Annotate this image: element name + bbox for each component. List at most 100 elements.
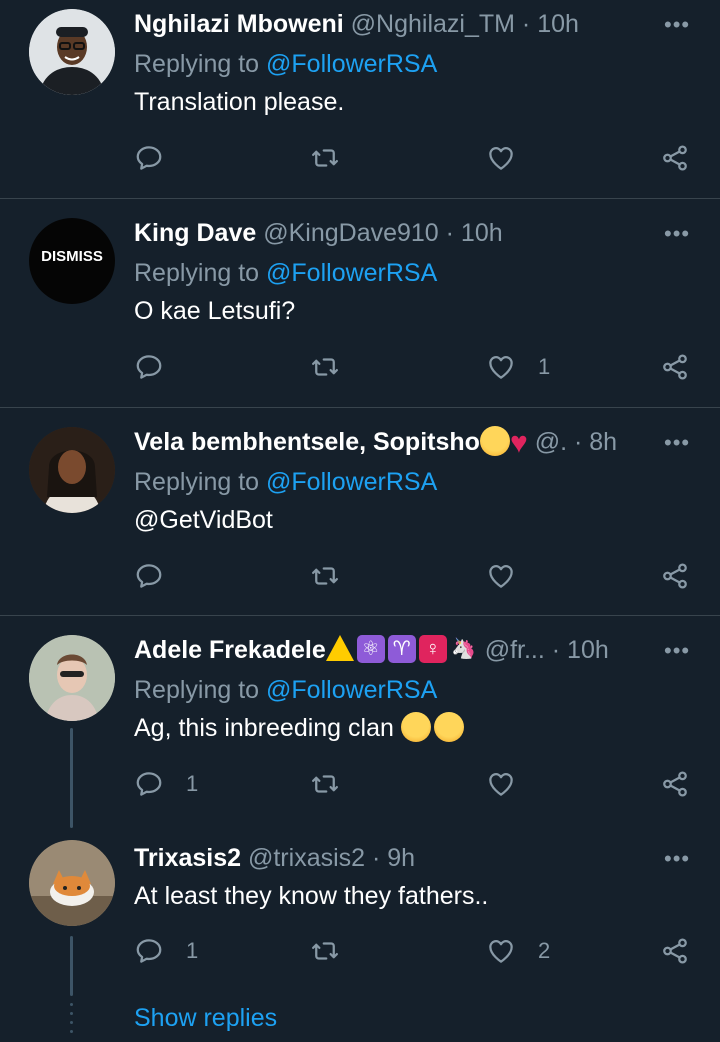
like-icon (486, 936, 516, 966)
tweet-text-mention[interactable]: @GetVidBot (134, 503, 273, 537)
more-icon[interactable]: ••• (664, 14, 690, 36)
mention-link[interactable]: @FollowerRSA (266, 259, 437, 287)
share-button[interactable] (660, 141, 690, 175)
mention-link[interactable]: @FollowerRSA (266, 50, 437, 78)
like-count: 2 (538, 938, 551, 963)
eye-roll-emoji (400, 712, 431, 743)
avatar[interactable] (29, 840, 115, 926)
tweet-text: O kae Letsufi? (134, 297, 296, 325)
more-icon[interactable]: ••• (664, 848, 690, 870)
red-heart-emoji: ♥ (509, 426, 528, 459)
share-icon (660, 936, 690, 966)
handle-time: @trixasis2 · 9h (247, 844, 416, 872)
like-icon (486, 143, 516, 173)
reply-icon (134, 769, 164, 799)
retweet-button[interactable] (310, 767, 340, 801)
smiling-face-emoji (479, 426, 510, 457)
display-name[interactable]: Trixasis2 (134, 844, 241, 872)
tweet-actions (134, 559, 694, 593)
avatar[interactable]: DISMISS (29, 218, 115, 304)
more-icon[interactable]: ••• (664, 432, 690, 454)
share-button[interactable] (660, 934, 690, 968)
retweet-button[interactable] (310, 141, 340, 175)
share-icon (660, 352, 690, 382)
thread-dots (70, 1003, 73, 1039)
avatar[interactable] (29, 427, 115, 513)
reply-icon (134, 561, 164, 591)
tweet[interactable]: DISMISS King Dave @KingDave910 · 10h •••… (0, 199, 720, 407)
retweet-icon (310, 561, 340, 591)
tweet-text: Translation please. (134, 88, 345, 116)
tweet[interactable]: Trixasis2 @trixasis2 · 9h ••• At least t… (0, 828, 720, 998)
mention-link[interactable]: @FollowerRSA (266, 676, 437, 704)
unicorn-emoji: 🦄 (451, 638, 477, 661)
tweet-header: Vela bembhentsele, Sopitsho ♥ @. · 8h (134, 425, 650, 459)
display-name[interactable]: Adele Frekadele (134, 636, 326, 664)
tweet-text: At least they know they fathers.. (134, 882, 489, 910)
like-button[interactable] (486, 767, 538, 801)
eye-roll-emoji (433, 712, 464, 743)
retweet-icon (310, 143, 340, 173)
display-name[interactable]: Vela bembhentsele, Sopitsho (134, 428, 480, 456)
thread-line (70, 728, 73, 828)
retweet-button[interactable] (310, 559, 340, 593)
like-icon (486, 769, 516, 799)
tweet-actions: 1 (134, 350, 694, 384)
reply-icon (134, 936, 164, 966)
share-button[interactable] (660, 559, 690, 593)
reply-button[interactable]: 1 (134, 767, 198, 801)
like-button[interactable]: 1 (486, 350, 550, 384)
tweet[interactable]: Vela bembhentsele, Sopitsho ♥ @. · 8h •••… (0, 408, 720, 615)
handle-time: @Nghilazi_TM · 10h (350, 10, 579, 38)
handle-time: @KingDave910 · 10h (263, 219, 503, 247)
replying-to: Replying to @FollowerRSA (134, 259, 438, 287)
share-button[interactable] (660, 350, 690, 384)
more-icon[interactable]: ••• (664, 640, 690, 662)
replying-to: Replying to @FollowerRSA (134, 50, 438, 78)
share-icon (660, 143, 690, 173)
display-name[interactable]: King Dave (134, 219, 256, 247)
tweet-header: King Dave @KingDave910 · 10h (134, 216, 650, 250)
avatar[interactable] (29, 9, 115, 95)
tweet-header: Nghilazi Mboweni @Nghilazi_TM · 10h (134, 7, 650, 41)
share-button[interactable] (660, 767, 690, 801)
reply-button[interactable]: 1 (134, 934, 198, 968)
like-button[interactable] (486, 559, 538, 593)
show-replies-link[interactable]: Show replies (134, 1000, 277, 1036)
avatar[interactable] (29, 635, 115, 721)
reply-button[interactable] (134, 141, 186, 175)
retweet-icon (310, 769, 340, 799)
like-button[interactable] (486, 141, 538, 175)
tweet-header: Trixasis2 @trixasis2 · 9h (134, 841, 650, 875)
warning-emoji (325, 635, 354, 662)
replying-to: Replying to @FollowerRSA (134, 676, 438, 704)
reply-button[interactable] (134, 350, 186, 384)
tweet-actions (134, 141, 694, 175)
replying-to: Replying to @FollowerRSA (134, 468, 438, 496)
retweet-button[interactable] (310, 934, 340, 968)
retweet-button[interactable] (310, 350, 340, 384)
like-icon (486, 352, 516, 382)
tweet-header: Adele Frekadele ⚛ ♈ ♀ 🦄 @fr... · 10h (134, 633, 650, 667)
aries-emoji: ♈ (387, 635, 416, 664)
tweet[interactable]: Nghilazi Mboweni @Nghilazi_TM · 10h ••• … (0, 0, 720, 198)
like-icon (486, 561, 516, 591)
reply-count: 1 (186, 771, 199, 796)
handle-time: @. · 8h (534, 428, 618, 456)
tweet-text: Ag, this inbreeding clan (134, 714, 394, 742)
tweet-actions: 1 (134, 767, 694, 801)
avatar-label: DISMISS (41, 248, 103, 265)
retweet-icon (310, 936, 340, 966)
more-icon[interactable]: ••• (664, 223, 690, 245)
like-count: 1 (538, 354, 551, 379)
display-name[interactable]: Nghilazi Mboweni (134, 10, 344, 38)
tweet-text-row: Ag, this inbreeding clan (134, 711, 464, 745)
like-button[interactable]: 2 (486, 934, 550, 968)
reply-button[interactable] (134, 559, 186, 593)
tweet[interactable]: Adele Frekadele ⚛ ♈ ♀ 🦄 @fr... · 10h ••• Rep… (0, 616, 720, 828)
atom-emoji: ⚛ (356, 635, 385, 664)
share-icon (660, 561, 690, 591)
mention-link[interactable]: @FollowerRSA (266, 468, 437, 496)
retweet-icon (310, 352, 340, 382)
handle-time: @fr... · 10h (484, 636, 609, 664)
